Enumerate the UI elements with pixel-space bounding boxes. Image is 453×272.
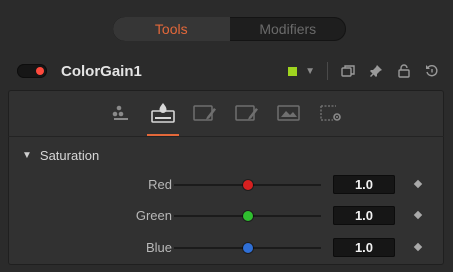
- slider-row-red: Red 1.0: [8, 175, 444, 195]
- slider-thumb[interactable]: [242, 211, 253, 221]
- divider: [8, 136, 444, 137]
- tools-modifiers-switch: Tools Modifiers: [113, 17, 346, 41]
- panel-tab-bar: [8, 90, 444, 136]
- slider-row-green: Green 1.0: [8, 206, 444, 226]
- reset-icon[interactable]: [424, 63, 440, 79]
- controls-nodes-icon[interactable]: [109, 99, 133, 127]
- keyframe-diamond-icon[interactable]: [413, 179, 423, 189]
- tool-enable-toggle[interactable]: [17, 64, 47, 78]
- chevron-down-icon[interactable]: ▼: [22, 150, 32, 161]
- keyframe-diamond-icon[interactable]: [413, 242, 423, 252]
- pin-icon[interactable]: [368, 63, 384, 79]
- section-title: Saturation: [39, 148, 100, 163]
- tab-modifiers[interactable]: Modifiers: [230, 17, 347, 41]
- image-icon[interactable]: [277, 99, 301, 127]
- value-field[interactable]: 1.0: [333, 175, 395, 194]
- tool-name[interactable]: ColorGain1: [61, 63, 142, 80]
- divider: [327, 62, 328, 80]
- slider-row-blue: Blue 1.0: [8, 238, 444, 258]
- lock-icon[interactable]: [396, 63, 412, 79]
- slider-label: Green: [135, 208, 172, 223]
- tab-tools[interactable]: Tools: [113, 17, 230, 41]
- tool-header-actions: ▼: [288, 56, 446, 86]
- slider-thumb[interactable]: [242, 180, 253, 190]
- chevron-down-icon[interactable]: ▼: [305, 66, 315, 77]
- toggle-knob: [36, 67, 44, 75]
- settings-gear-icon[interactable]: [319, 99, 343, 127]
- duplicate-icon[interactable]: [340, 63, 356, 79]
- tool-header: ColorGain1 ▼: [8, 56, 446, 86]
- pencil-settings-icon[interactable]: [193, 99, 217, 127]
- slider-thumb[interactable]: [242, 243, 253, 253]
- keyframe-diamond-icon[interactable]: [413, 210, 423, 220]
- slider-label: Red: [148, 177, 172, 192]
- color-gain-icon[interactable]: [147, 99, 179, 136]
- section-saturation[interactable]: ▼ Saturation: [22, 148, 99, 163]
- tool-color-swatch[interactable]: [288, 66, 298, 76]
- value-field[interactable]: 1.0: [333, 206, 395, 225]
- slider-label: Blue: [145, 240, 172, 255]
- inspector-panel: ▼ Saturation Red 1.0 Green 1.0 Blue 1.0: [8, 90, 444, 265]
- value-field[interactable]: 1.0: [333, 238, 395, 257]
- pencil-settings-icon-2[interactable]: [235, 99, 259, 127]
